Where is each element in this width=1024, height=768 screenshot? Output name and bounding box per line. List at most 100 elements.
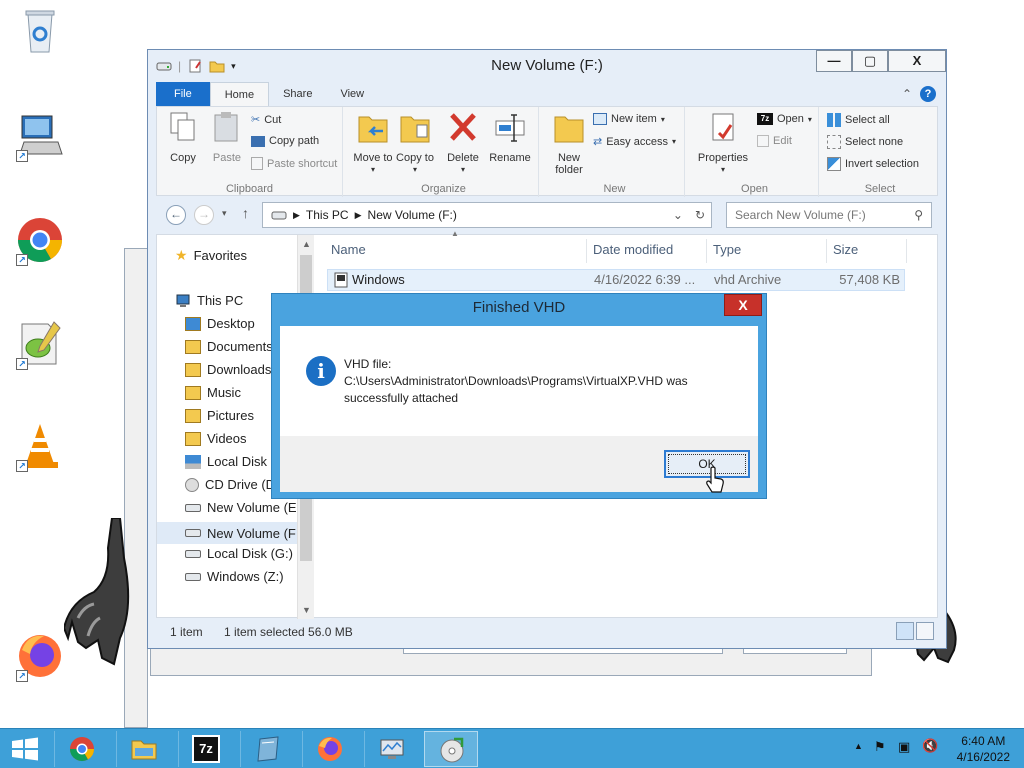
easy-access-icon: ⇄ bbox=[593, 136, 603, 148]
copy-button[interactable]: Copy bbox=[163, 111, 203, 164]
tab-share[interactable]: Share bbox=[269, 82, 326, 106]
taskbar-chrome[interactable] bbox=[54, 731, 108, 767]
copy-path-button[interactable]: Copy path bbox=[251, 135, 319, 147]
paste-shortcut-button[interactable]: Paste shortcut bbox=[251, 157, 337, 170]
paste-button[interactable]: Paste bbox=[207, 111, 247, 164]
easy-access-button[interactable]: ⇄ Easy access ▾ bbox=[593, 135, 676, 149]
close-button[interactable]: X bbox=[888, 50, 946, 72]
action-center-flag-icon[interactable]: ⚑ bbox=[874, 739, 886, 755]
dialog-body: i VHD file: C:\Users\Administrator\Downl… bbox=[280, 326, 758, 436]
scroll-up-arrow-icon[interactable]: ▲ bbox=[298, 239, 315, 249]
breadcrumb-this-pc[interactable]: This PC bbox=[306, 203, 349, 227]
taskbar-clock[interactable]: 6:40 AM 4/16/2022 bbox=[957, 733, 1010, 765]
breadcrumb-new-volume[interactable]: New Volume (F:) bbox=[368, 203, 457, 227]
background-window-bottom[interactable] bbox=[150, 648, 872, 676]
new-item-button[interactable]: New item ▾ bbox=[593, 113, 665, 125]
tab-file[interactable]: File bbox=[156, 82, 210, 106]
desktop-folder-icon bbox=[185, 316, 201, 331]
nav-videos[interactable]: Videos bbox=[185, 431, 247, 446]
firefox-desktop-icon[interactable]: ↗ bbox=[14, 630, 66, 682]
nav-this-pc[interactable]: This PC bbox=[175, 293, 243, 308]
help-icon[interactable]: ? bbox=[920, 86, 936, 102]
taskbar-firefox[interactable] bbox=[302, 731, 356, 767]
taskbar-file-explorer[interactable] bbox=[116, 731, 170, 767]
breadcrumb-separator-icon: ▶ bbox=[354, 210, 362, 220]
search-input[interactable]: Search New Volume (F:) ⚲ bbox=[726, 202, 932, 228]
properties-button[interactable]: Properties ▾ bbox=[693, 111, 753, 176]
collapse-ribbon-icon[interactable]: ⌃ bbox=[902, 87, 912, 101]
recycle-bin-icon[interactable] bbox=[14, 6, 66, 58]
column-header-date[interactable]: Date modified bbox=[587, 239, 707, 263]
volume-muted-icon[interactable]: 🔇 bbox=[922, 738, 938, 754]
windows-logo-icon bbox=[12, 737, 38, 761]
tab-home[interactable]: Home bbox=[209, 82, 270, 106]
minimize-button[interactable]: — bbox=[816, 50, 852, 72]
recent-locations-icon[interactable]: ▾ bbox=[222, 208, 227, 219]
column-header-type[interactable]: Type bbox=[707, 239, 827, 263]
new-folder-button[interactable]: New folder bbox=[547, 111, 591, 176]
explorer-titlebar[interactable]: | ▾ New Volume (F:) — ▢ X bbox=[148, 50, 946, 82]
nav-new-volume-e[interactable]: New Volume (E bbox=[185, 500, 297, 515]
nav-local-disk-c[interactable]: Local Disk ( bbox=[185, 454, 275, 469]
back-button[interactable]: ← bbox=[166, 205, 186, 225]
rename-icon bbox=[495, 114, 525, 142]
edit-button[interactable]: Edit bbox=[757, 135, 792, 147]
nav-windows-z[interactable]: Windows (Z:) bbox=[185, 569, 284, 584]
tab-view[interactable]: View bbox=[326, 82, 378, 106]
invert-selection-button[interactable]: Invert selection bbox=[827, 157, 919, 171]
drive-icon bbox=[185, 503, 201, 512]
search-placeholder: Search New Volume (F:) bbox=[735, 208, 866, 222]
nav-new-volume-e-label: New Volume (E bbox=[207, 500, 297, 515]
taskbar-disc-tool[interactable] bbox=[424, 731, 478, 767]
network-icon[interactable]: ▣ bbox=[898, 739, 910, 755]
copy-to-button[interactable]: Copy to ▾ bbox=[395, 111, 435, 176]
large-icons-view-button[interactable] bbox=[916, 622, 934, 640]
new-folder-label: New folder bbox=[555, 152, 583, 176]
nav-new-volume-f[interactable]: New Volume (F bbox=[157, 522, 297, 544]
nav-local-disk-g[interactable]: Local Disk (G:) bbox=[185, 546, 293, 561]
search-icon[interactable]: ⚲ bbox=[914, 203, 923, 227]
group-label-new: New bbox=[603, 183, 626, 195]
paste-icon bbox=[214, 112, 238, 142]
taskbar-7zip[interactable]: 7z bbox=[178, 731, 232, 767]
nav-pictures-label: Pictures bbox=[207, 408, 254, 423]
nav-downloads[interactable]: Downloads bbox=[185, 362, 271, 377]
finished-vhd-dialog[interactable]: Finished VHD X i VHD file: C:\Users\Admi… bbox=[271, 293, 767, 499]
file-row[interactable]: Windows 4/16/2022 6:39 ... vhd Archive 5… bbox=[327, 269, 905, 291]
paste-shortcut-icon bbox=[251, 157, 263, 170]
dialog-close-button[interactable]: X bbox=[724, 294, 762, 316]
taskbar-system-monitor[interactable] bbox=[364, 731, 418, 767]
taskbar-notepad[interactable] bbox=[240, 731, 294, 767]
rename-button[interactable]: Rename bbox=[485, 111, 535, 164]
forward-button[interactable]: → bbox=[194, 205, 214, 225]
address-input[interactable]: ▶ This PC ▶ New Volume (F:) ⌄ ↻ bbox=[262, 202, 712, 228]
cut-button[interactable]: ✂ Cut bbox=[251, 113, 281, 127]
refresh-icon[interactable]: ↻ bbox=[695, 203, 705, 227]
move-to-button[interactable]: Move to ▾ bbox=[353, 111, 393, 176]
nav-cd-drive[interactable]: CD Drive (D bbox=[185, 477, 275, 492]
shortcut-arrow-icon: ↗ bbox=[16, 460, 28, 472]
nav-favorites[interactable]: ★ Favorites bbox=[175, 247, 247, 264]
nav-documents[interactable]: Documents bbox=[185, 339, 273, 354]
show-hidden-icons-icon[interactable]: ▲ bbox=[854, 741, 863, 751]
select-all-button[interactable]: Select all bbox=[827, 113, 890, 127]
nav-desktop[interactable]: Desktop bbox=[185, 316, 255, 331]
column-header-name[interactable]: Name bbox=[315, 239, 587, 263]
maximize-button[interactable]: ▢ bbox=[852, 50, 888, 72]
chrome-desktop-icon[interactable]: ↗ bbox=[14, 214, 66, 266]
start-button[interactable] bbox=[0, 729, 50, 768]
scroll-down-arrow-icon[interactable]: ▼ bbox=[298, 605, 315, 615]
delete-button[interactable]: Delete ▾ bbox=[443, 111, 483, 176]
up-arrow-icon[interactable]: ↑ bbox=[242, 205, 249, 221]
notepad-plus-plus-desktop-icon[interactable]: ↗ bbox=[14, 318, 66, 370]
nav-music[interactable]: Music bbox=[185, 385, 241, 400]
nav-pictures[interactable]: Pictures bbox=[185, 408, 254, 423]
vlc-desktop-icon[interactable]: ↗ bbox=[14, 420, 66, 472]
select-none-button[interactable]: Select none bbox=[827, 135, 903, 149]
this-pc-desktop-icon[interactable]: ↗ bbox=[14, 110, 66, 162]
paste-label: Paste bbox=[212, 152, 242, 164]
address-dropdown-icon[interactable]: ⌄ bbox=[673, 203, 683, 227]
column-header-size[interactable]: Size bbox=[827, 239, 907, 263]
details-view-button[interactable] bbox=[896, 622, 914, 640]
open-button[interactable]: 7z Open ▾ bbox=[757, 113, 812, 125]
